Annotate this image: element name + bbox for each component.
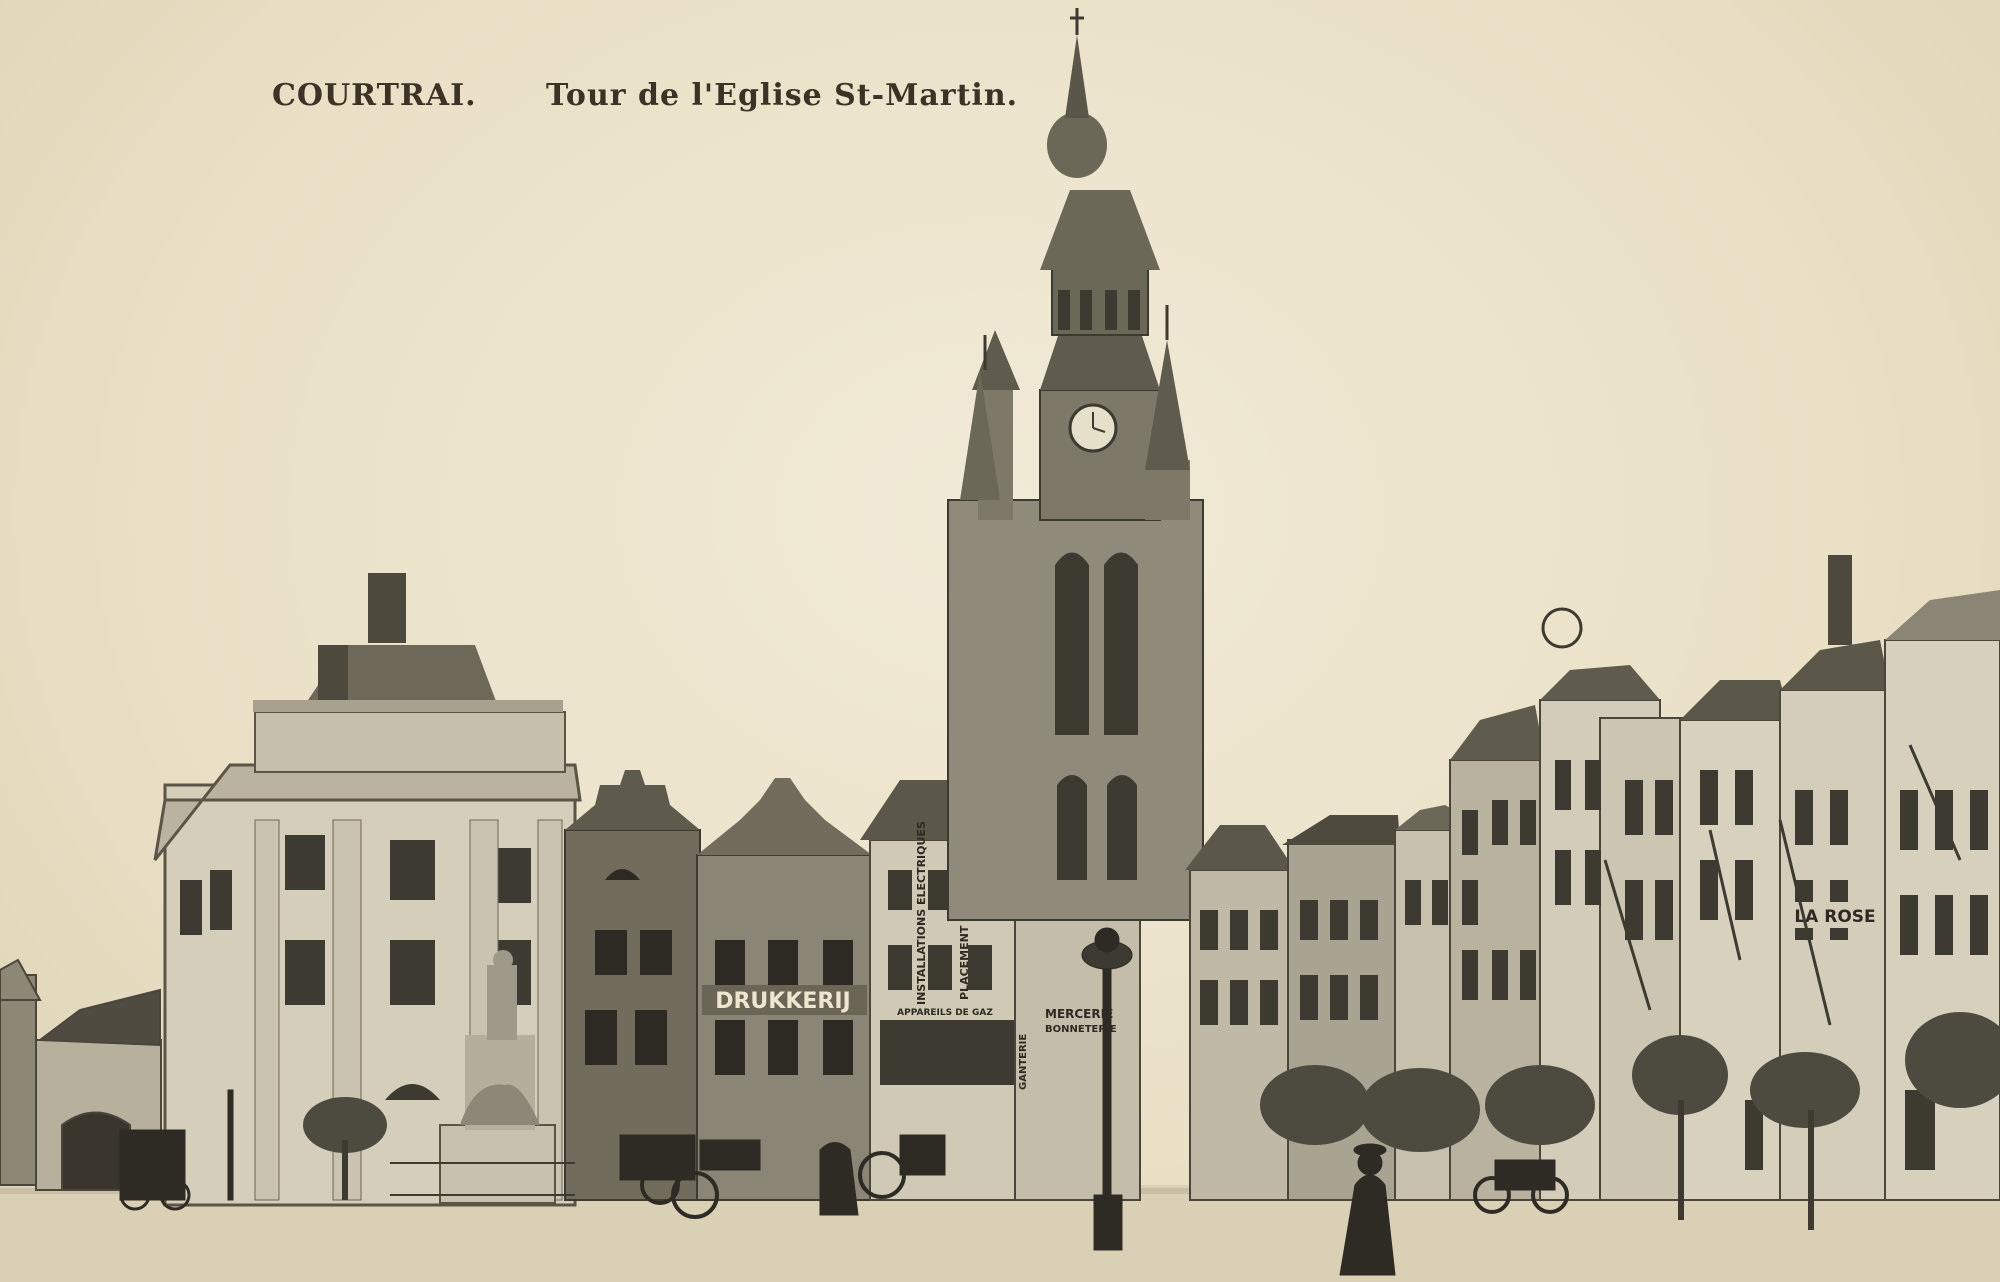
sign-installations: INSTALLATIONS ELECTRIQUES [915, 821, 928, 1005]
sign-appareils: APPAREILS DE GAZ [897, 1008, 993, 1018]
middle-right-houses [1185, 815, 1400, 1201]
sign-drukkerij: DRUKKERIJ [715, 989, 851, 1014]
postcard: COURTRAI. Tour de l'Eglise St-Martin. DR… [0, 0, 2000, 1282]
church-tower [947, 8, 1204, 921]
step-gabled-houses: DRUKKERIJ [564, 770, 873, 1201]
market-square-scene: DRUKKERIJ INSTALLATIONS ELECTRIQUES PLAC… [0, 8, 2000, 1282]
sign-ganterie: GANTERIE [1018, 1034, 1029, 1090]
